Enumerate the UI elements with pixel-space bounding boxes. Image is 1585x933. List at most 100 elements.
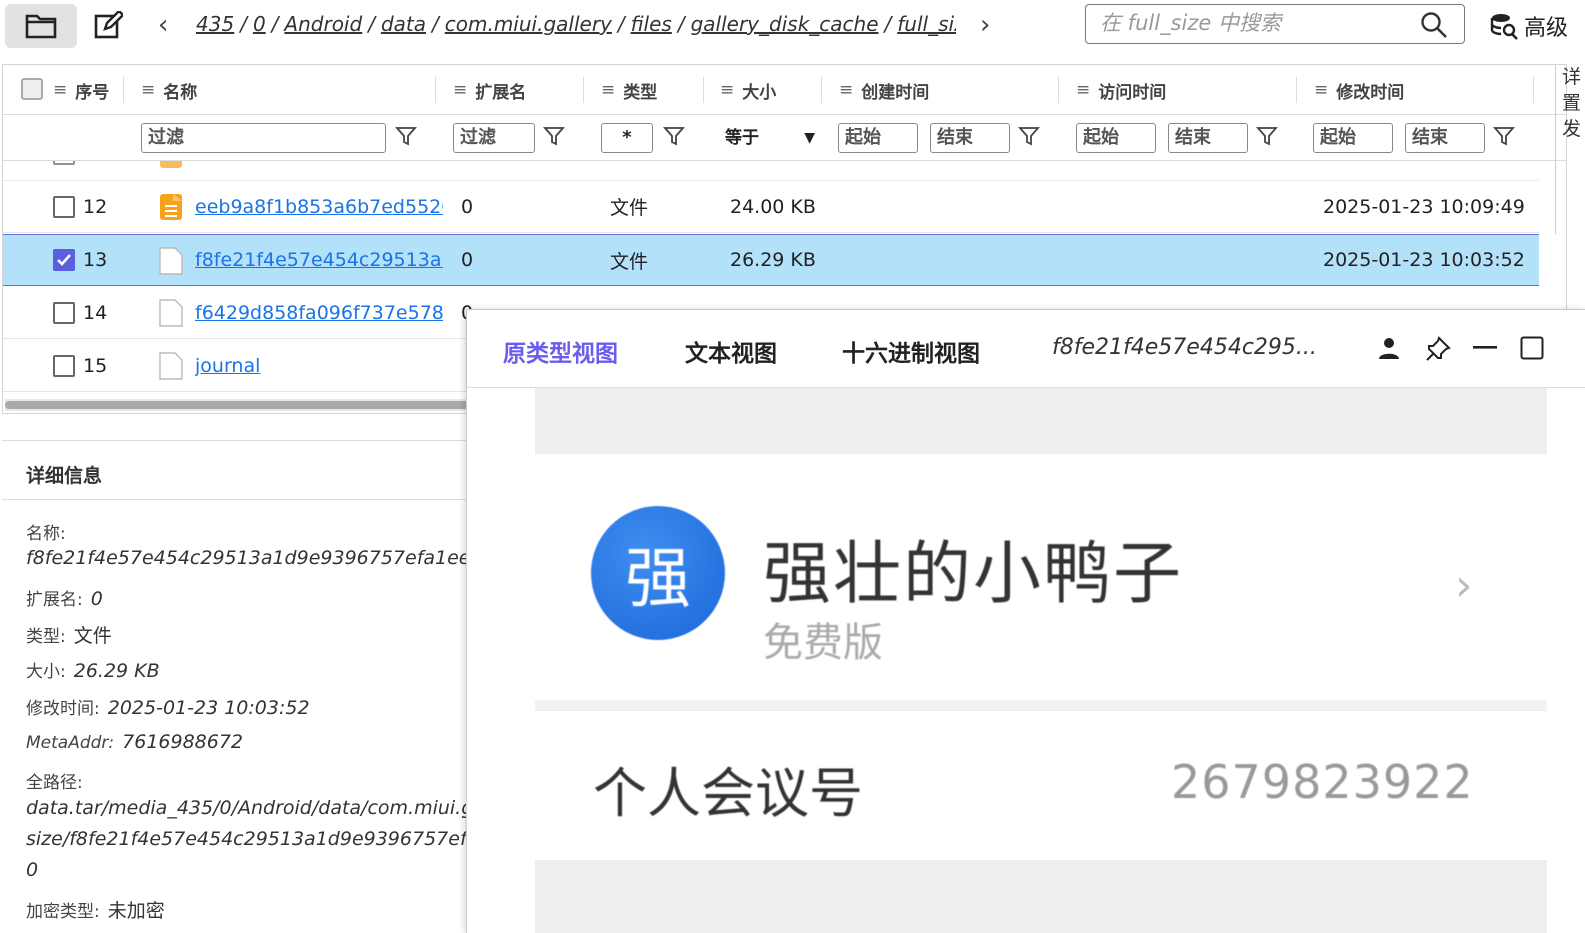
filter-icon[interactable] xyxy=(1256,125,1278,147)
crumb-6[interactable]: gallery_disk_cache xyxy=(691,12,879,36)
col-index[interactable]: ≡ 序号 xyxy=(53,65,109,115)
search-input[interactable] xyxy=(1100,5,1400,41)
chevron-right-icon: › xyxy=(1455,560,1473,611)
maximize-icon[interactable] xyxy=(1520,336,1544,360)
crumb-4[interactable]: com.miui.gallery xyxy=(445,12,612,36)
crumb-1[interactable]: 0 xyxy=(253,12,266,36)
detail-name-label: 名称: xyxy=(26,524,66,544)
row-size: 26.29 KB xyxy=(730,249,816,271)
filter-icon[interactable] xyxy=(1493,125,1515,147)
row-checkbox-checked[interactable] xyxy=(53,249,75,271)
row-checkbox[interactable] xyxy=(53,354,75,377)
access-end-input[interactable]: 结束 xyxy=(1168,123,1248,153)
col-created[interactable]: ≡ 创建时间 xyxy=(839,65,929,115)
doc-orange-icon xyxy=(160,194,182,220)
row-index: 15 xyxy=(83,354,108,377)
crumb-2[interactable]: Android xyxy=(284,12,362,36)
menu-lines-icon: ≡ xyxy=(53,80,68,100)
filter-row: 过滤 过滤 * 等于 ▼ 起始 结束 起始 结束 起始 结束 xyxy=(3,115,1566,161)
detail-path-line: data.tar/media_435/0/Android/data/com.mi… xyxy=(26,797,472,819)
file-icon xyxy=(159,247,183,275)
forward-arrow-icon[interactable]: › xyxy=(980,10,990,40)
checkmark-icon xyxy=(57,254,71,266)
table-row-selected[interactable]: 13 f8fe21f4e57e454c29513a1c 0 文件 26.29 K… xyxy=(3,234,1539,286)
top-toolbar: ‹ 435/0/Android / data / com.miui.gallery / fi… xyxy=(0,0,1585,52)
size-operator-select[interactable]: 等于 ▼ xyxy=(725,123,817,153)
detail-path-label: 全路径: xyxy=(26,773,83,793)
menu-lines-icon: ≡ xyxy=(839,80,854,100)
detail-name-value: f8fe21f4e57e454c29513a1d9e9396757efa1ee8… xyxy=(26,547,472,569)
type-filter-input[interactable]: * xyxy=(601,123,653,153)
filter-icon[interactable] xyxy=(1018,125,1040,147)
row-name-link[interactable]: eeb9a8f1b853a6b7ed55207 xyxy=(195,196,443,218)
col-ext[interactable]: ≡ 扩展名 xyxy=(453,65,526,115)
col-modified[interactable]: ≡ 修改时间 xyxy=(1314,65,1404,115)
tab-original-view[interactable]: 原类型视图 xyxy=(503,334,618,368)
row-size: 24.00 KB xyxy=(730,195,816,218)
row-name-link[interactable]: f8fe21f4e57e454c29513a1c xyxy=(195,249,443,271)
access-start-input[interactable]: 起始 xyxy=(1076,123,1156,153)
modified-start-input[interactable]: 起始 xyxy=(1313,123,1393,153)
detail-metaaddr: MetaAddr: 7616988672 xyxy=(26,731,244,753)
created-start-input[interactable]: 起始 xyxy=(838,123,918,153)
image-user-name: 强壮的小鸭子 xyxy=(763,535,1184,614)
database-search-icon xyxy=(1490,14,1518,40)
row-mtime: 2025-01-23 10:09:49 xyxy=(1323,195,1525,218)
file-icon xyxy=(159,299,183,327)
col-type[interactable]: ≡ 类型 xyxy=(601,65,657,115)
advanced-search-button[interactable]: 高级 xyxy=(1490,10,1568,42)
menu-lines-icon: ≡ xyxy=(453,80,468,100)
preview-window: 原类型视图 文本视图 十六进制视图 f8fe21f4e57e454c295...… xyxy=(466,309,1585,933)
row-mtime: 2025-01-23 10:03:52 xyxy=(1323,249,1525,271)
menu-lines-icon: ≡ xyxy=(1076,80,1091,100)
row-checkbox[interactable] xyxy=(53,195,75,218)
tab-text-view[interactable]: 文本视图 xyxy=(685,334,777,368)
back-arrow-icon[interactable]: ‹ xyxy=(158,10,168,40)
select-all-checkbox[interactable] xyxy=(21,78,43,100)
details-title: 详细信息 xyxy=(26,465,103,487)
edit-button[interactable] xyxy=(72,4,144,48)
crumb-3[interactable]: data xyxy=(381,12,426,36)
created-end-input[interactable]: 结束 xyxy=(930,123,1010,153)
image-profile-card: 强 强壮的小鸭子 免费版 › xyxy=(535,454,1547,700)
image-band xyxy=(535,388,1547,454)
doc-orange-icon xyxy=(160,161,182,168)
image-plan: 免费版 xyxy=(763,620,883,666)
menu-lines-icon: ≡ xyxy=(1314,80,1329,100)
crumb-7[interactable]: full_size xyxy=(897,12,956,36)
menu-lines-icon: ≡ xyxy=(601,80,616,100)
menu-lines-icon: ≡ xyxy=(141,80,156,100)
scrollbar-thumb[interactable] xyxy=(5,401,475,409)
filter-icon[interactable] xyxy=(543,125,565,147)
modified-end-input[interactable]: 结束 xyxy=(1405,123,1485,153)
col-accessed[interactable]: ≡ 访问时间 xyxy=(1076,65,1166,115)
preview-image: 强 强壮的小鸭子 免费版 › 个人会议号 2679823922 xyxy=(535,388,1547,933)
row-index: 12 xyxy=(83,195,108,218)
row-name-link[interactable]: journal xyxy=(195,355,443,377)
dropdown-arrow-icon: ▼ xyxy=(804,130,815,146)
row-name-link[interactable]: f6429d858fa096f737e5789b xyxy=(195,302,443,324)
divider xyxy=(2,499,472,500)
detail-path-line: size/f8fe21f4e57e454c29513a1d9e9396757ef… xyxy=(26,828,472,850)
crumb-0[interactable]: 435 xyxy=(196,12,234,36)
row-checkbox[interactable] xyxy=(53,161,75,165)
table-row[interactable] xyxy=(3,161,1539,181)
breadcrumb: 435/0/Android / data / com.miui.gallery / file… xyxy=(196,12,956,42)
search-box xyxy=(1085,4,1465,44)
col-size[interactable]: ≡ 大小 xyxy=(720,65,776,115)
search-icon[interactable] xyxy=(1420,11,1448,39)
crumb-5[interactable]: files xyxy=(631,12,672,36)
col-name[interactable]: ≡ 名称 xyxy=(141,65,197,115)
person-icon[interactable] xyxy=(1377,336,1401,360)
folder-button[interactable] xyxy=(5,4,77,48)
ext-filter-input[interactable]: 过滤 xyxy=(453,123,535,153)
filter-icon[interactable] xyxy=(395,125,417,147)
name-filter-input[interactable]: 过滤 xyxy=(141,123,386,153)
row-checkbox[interactable] xyxy=(53,301,75,324)
minimize-icon[interactable] xyxy=(1473,346,1497,350)
preview-filename: f8fe21f4e57e454c295... xyxy=(1052,335,1317,360)
pin-icon[interactable] xyxy=(1425,336,1451,362)
table-row[interactable]: 12 eeb9a8f1b853a6b7ed55207 0 文件 24.00 KB… xyxy=(3,181,1539,233)
tab-hex-view[interactable]: 十六进制视图 xyxy=(842,334,980,368)
filter-icon[interactable] xyxy=(663,125,685,147)
